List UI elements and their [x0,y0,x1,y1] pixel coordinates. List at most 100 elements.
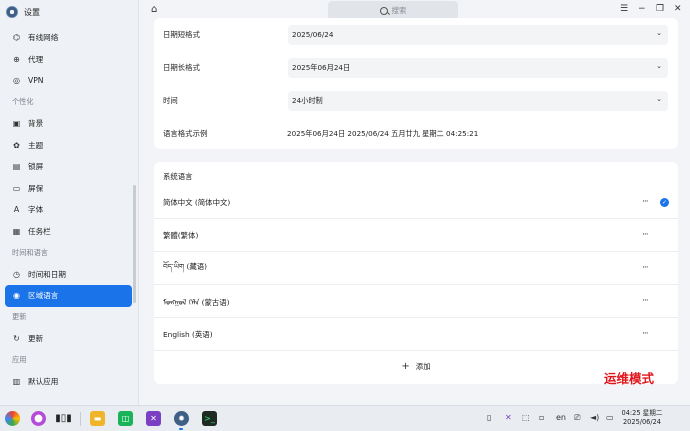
notification-center-icon[interactable]: ▭ [606,413,614,422]
sidebar-item-taskbar[interactable]: ▦ 任务栏 [5,221,132,243]
long-date-row: 日期长格式 2025年06月24日 ⌄ [154,51,678,84]
clock-time: 04:25 星期二 [621,409,663,417]
sidebar-item-proxy[interactable]: ⊕ 代理 [5,49,132,71]
code-editor-icon[interactable]: ✕ [146,411,161,426]
minimize-icon[interactable]: − [638,4,646,14]
time-format-select[interactable]: 24小时制 ⌄ [288,90,668,111]
sidebar-scrollbar[interactable] [133,185,136,303]
more-options-icon[interactable]: ··· [642,230,649,240]
settings-app-taskbar-icon[interactable]: ✹ [174,411,189,426]
taskbar-icon: ▦ [12,226,21,236]
sidebar-item-theme[interactable]: ✿ 主题 [5,135,132,157]
close-icon[interactable]: ✕ [674,4,682,14]
ops-mode-label: 运维模式 [604,371,655,386]
notification-tray-icon[interactable]: ▫ [539,413,544,422]
background-icon: ▣ [12,119,21,129]
language-row-en[interactable]: English (英语) ··· [154,318,678,351]
multitask-view-icon[interactable]: ▮▯▮ [55,411,72,426]
volume-icon[interactable]: ◄) [590,413,599,422]
short-date-value: 2025/06/24 [292,30,334,39]
search-app-icon[interactable] [31,411,46,426]
search-icon [379,6,388,15]
more-options-icon[interactable]: ··· [642,296,649,306]
time-format-row: 时间 24小时制 ⌄ [154,84,678,117]
more-options-icon[interactable]: ··· [642,197,649,207]
selected-check-icon: ✓ [660,197,669,207]
terminal-icon[interactable]: >_ [202,411,217,426]
sidebar-item-label: 背景 [28,119,44,129]
section-personalization: 个性化 [12,97,34,107]
network-icon[interactable]: ⎚ [574,413,580,423]
sidebar-item-vpn[interactable]: ◎ VPN [5,70,132,92]
clock-date: 2025/06/24 [622,418,661,426]
screenshot-icon[interactable]: ⬚ [522,413,530,422]
vpn-icon: ◎ [13,76,20,86]
format-sample-row: 语言格式示例 2025年06月24日 2025/06/24 五月廿九 星期二 0… [154,117,678,150]
language-row-zh-tw[interactable]: 繁體(繁体) ··· [154,219,678,252]
more-options-icon[interactable]: ··· [642,263,649,273]
app-title-text: 设置 [24,7,40,17]
format-sample-value: 2025年06月24日 2025/06/24 五月廿九 星期二 04:25:21 [287,128,479,138]
app-title: 设置 [6,5,40,19]
short-date-row: 日期短格式 2025/06/24 ⌄ [154,18,678,51]
sidebar-item-label: 屏保 [28,183,44,193]
sidebar-item-label: 主题 [28,140,44,150]
launcher-icon[interactable] [5,411,20,426]
sidebar-item-label: 任务栏 [28,226,51,236]
add-language-button[interactable]: + 添加 [154,351,678,382]
settings-window: 设置 ⌬ 有线网络 ⊕ 代理 ◎ VPN 个性化 ▣ 背景 ✿ 主题 ▤ 锁屏 … [0,0,690,405]
section-update: 更新 [12,312,27,322]
active-indicator [179,428,183,430]
short-date-select[interactable]: 2025/06/24 ⌄ [288,24,668,45]
region-language-icon: ◉ [13,291,20,301]
sidebar-item-region-language[interactable]: ◉ 区域语言 [5,285,132,307]
sidebar-item-label: 更新 [28,334,44,344]
file-manager-icon[interactable]: ▬ [90,411,105,426]
menu-icon[interactable]: ☰ [620,4,628,14]
restore-icon[interactable]: ❐ [656,4,664,14]
sidebar-item-lockscreen[interactable]: ▤ 锁屏 [5,156,132,178]
system-language-title: 系统语言 [163,172,193,181]
language-row-zh-cn[interactable]: 简体中文 (简体中文) ··· ✓ [154,186,678,219]
sidebar-item-label: 时间和日期 [28,269,66,279]
screensaver-icon: ▭ [12,183,21,193]
proxy-icon: ⊕ [13,54,20,64]
app-store-icon[interactable]: ◫ [118,411,133,426]
short-date-label: 日期短格式 [163,30,200,39]
plus-icon: + [401,361,410,372]
sidebar-item-label: 代理 [28,54,44,64]
sidebar-item-screensaver[interactable]: ▭ 屏保 [5,178,132,200]
default-apps-icon: ▥ [12,377,21,387]
clipboard-icon[interactable]: ▯ [487,413,491,422]
sidebar-item-update[interactable]: ↻ 更新 [5,328,132,350]
sidebar-item-label: 区域语言 [28,291,59,301]
sidebar-item-font[interactable]: A 字体 [5,199,132,221]
sidebar-item-default-apps[interactable]: ▥ 默认应用 [5,371,132,393]
system-language-header: 系统语言 [154,162,678,186]
chevron-down-icon: ⌄ [656,28,662,37]
sidebar-item-wired[interactable]: ⌬ 有线网络 [5,27,132,49]
chevron-down-icon: ⌄ [656,94,662,103]
time-format-label: 时间 [163,96,178,105]
long-date-value: 2025年06月24日 [292,62,351,72]
more-options-icon[interactable]: ··· [642,329,649,339]
clock-icon: ◷ [13,269,20,279]
sidebar-item-datetime[interactable]: ◷ 时间和日期 [5,264,132,286]
time-format-value: 24小时制 [292,95,323,105]
section-apps: 应用 [12,355,27,365]
font-icon: A [13,205,20,215]
tray-app-icon[interactable]: ✕ [505,413,512,422]
add-language-label: 添加 [415,362,431,371]
language-name: བོད་ཡིག (藏语) [163,261,208,271]
language-name: ᠮᠣᠩᠭᠣᠯ ᠬᠡᠯᠡ (蒙古语) [163,297,230,307]
input-method-indicator[interactable]: en [556,413,566,422]
sidebar-item-background[interactable]: ▣ 背景 [5,113,132,135]
sidebar-item-label: 锁屏 [28,162,44,172]
language-name: 简体中文 (简体中文) [163,197,231,207]
taskbar-clock[interactable]: 04:25 星期二 2025/06/24 [621,409,663,427]
long-date-select[interactable]: 2025年06月24日 ⌄ [288,57,668,78]
section-time-language: 时间和语言 [12,247,48,257]
language-row-mn[interactable]: ᠮᠣᠩᠭᠣᠯ ᠬᠡᠯᠡ (蒙古语) ··· [154,285,678,318]
language-row-bo[interactable]: བོད་ཡིག (藏语) ··· [154,252,678,285]
home-icon[interactable]: ⌂ [151,4,157,15]
